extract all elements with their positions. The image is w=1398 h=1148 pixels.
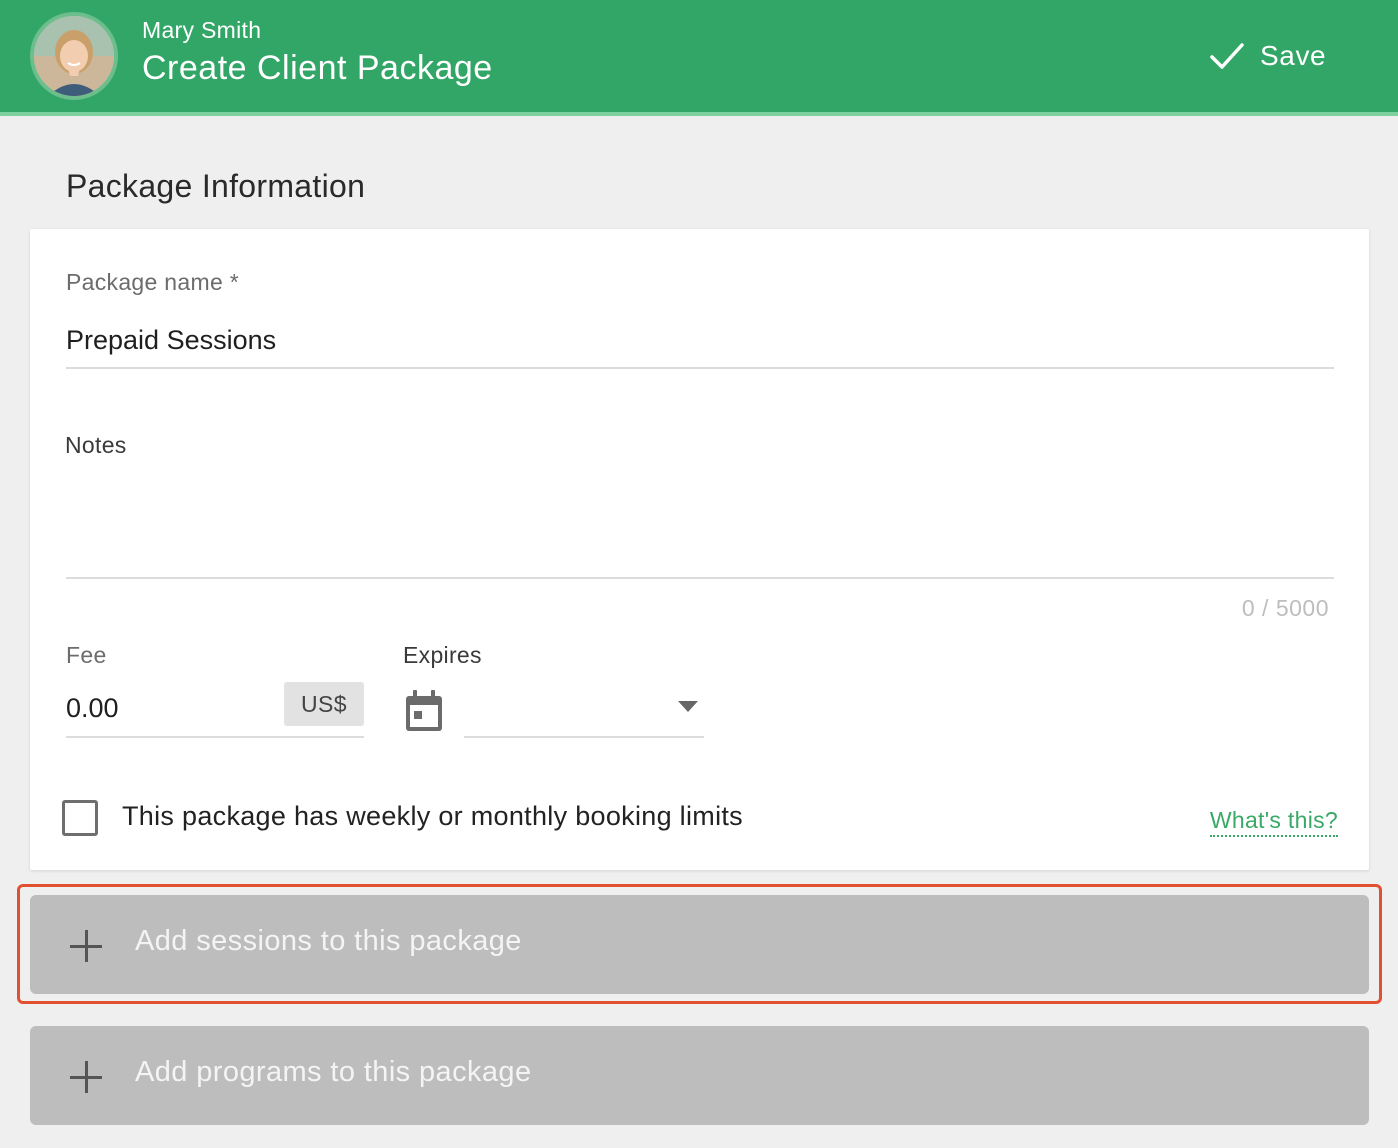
fee-label: Fee: [66, 642, 107, 668]
booking-limits-checkbox[interactable]: [62, 800, 98, 836]
whats-this-link[interactable]: What's this?: [1209, 807, 1338, 837]
package-info-card: Package name * Notes 0 / 5000 Fee US$ Ex…: [30, 229, 1369, 870]
user-name: Mary Smith: [142, 17, 262, 43]
save-button-label: Save: [1260, 40, 1327, 71]
notes-textarea[interactable]: [66, 469, 1334, 579]
save-button[interactable]: Save: [1200, 30, 1350, 82]
currency-badge[interactable]: US$: [284, 682, 364, 726]
add-programs-panel[interactable]: Add programs to this package: [30, 1026, 1369, 1125]
expires-label: Expires: [403, 642, 482, 668]
section-title: Package Information: [66, 168, 366, 204]
add-sessions-label: Add sessions to this package: [135, 925, 522, 957]
checkmark-icon: [1210, 43, 1244, 69]
calendar-icon[interactable]: [404, 689, 444, 733]
add-sessions-panel[interactable]: Add sessions to this package: [30, 895, 1369, 994]
add-programs-label: Add programs to this package: [135, 1056, 532, 1088]
plus-icon: [70, 930, 102, 962]
package-name-input[interactable]: [66, 313, 1334, 369]
package-name-label: Package name *: [66, 269, 239, 295]
booking-limits-label: This package has weekly or monthly booki…: [122, 801, 743, 831]
user-avatar[interactable]: [30, 12, 118, 100]
avatar-portrait-icon: [34, 16, 114, 96]
app-header: Mary Smith Create Client Package Save: [0, 0, 1398, 116]
page-title: Create Client Package: [142, 49, 493, 87]
notes-label: Notes: [65, 432, 127, 458]
plus-icon: [70, 1061, 102, 1093]
dropdown-arrow-icon: [678, 701, 698, 712]
expires-dropdown[interactable]: [464, 681, 704, 738]
notes-char-counter: 0 / 5000: [1241, 595, 1329, 621]
